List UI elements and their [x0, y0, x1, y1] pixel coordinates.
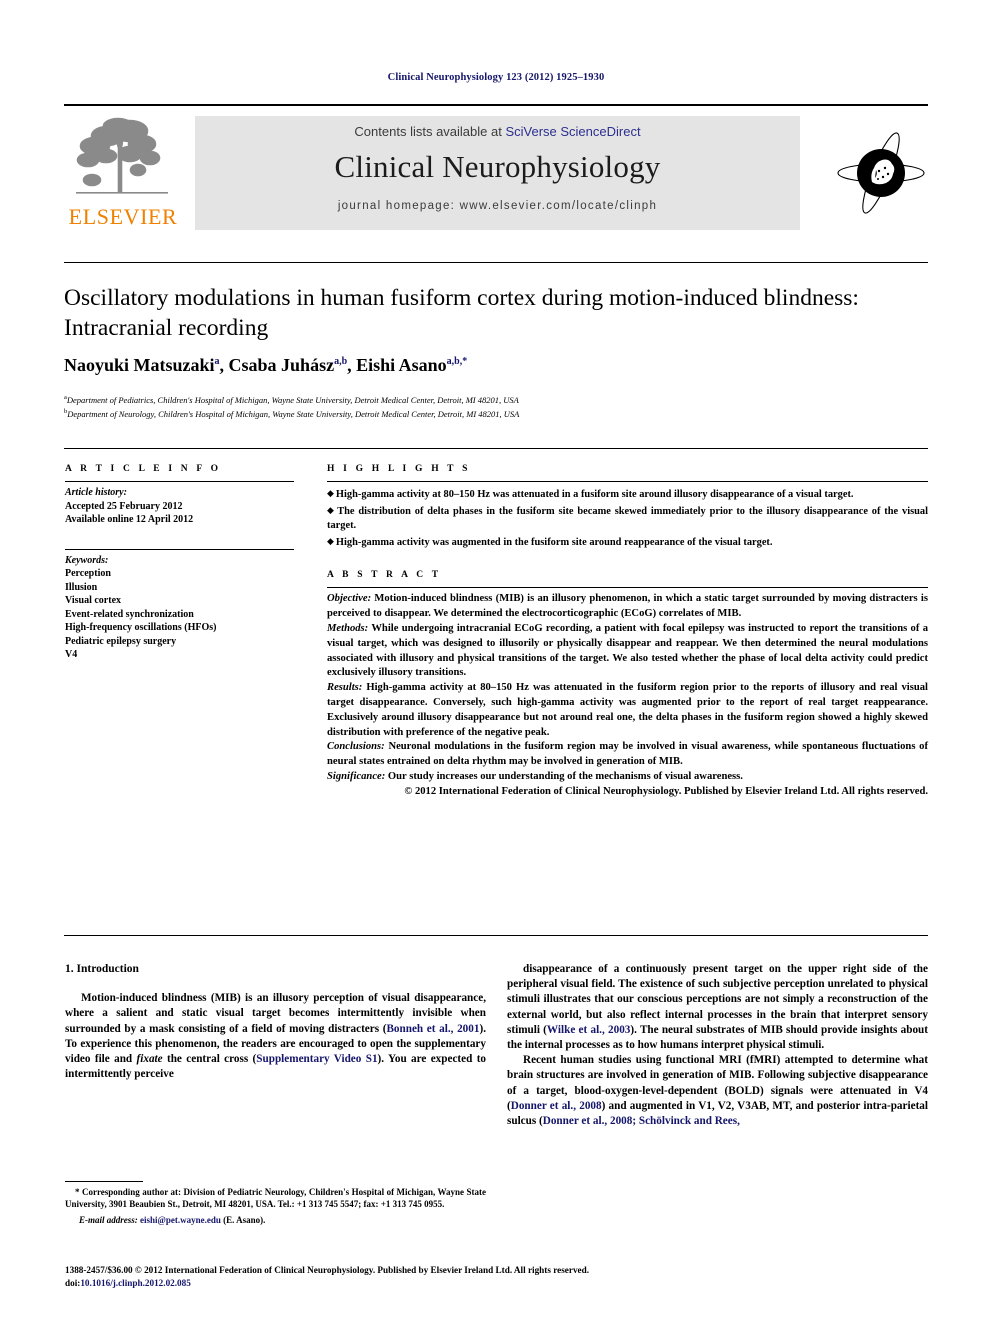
article-title: Oscillatory modulations in human fusifor… — [64, 285, 859, 341]
intro-paragraph-left: Motion-induced blindness (MIB) is an ill… — [65, 992, 487, 1081]
abstract-methods-label: Methods: — [327, 622, 369, 634]
email-label: E-mail address: — [79, 1214, 138, 1225]
doi-label: doi: — [65, 1277, 81, 1288]
keyword-item: V4 — [65, 649, 78, 660]
keyword-item: Pediatric epilepsy surgery — [65, 635, 177, 647]
email-link[interactable]: eishi@pet.wayne.edu — [140, 1215, 221, 1225]
abstract-results-label: Results: — [327, 682, 363, 694]
abstract-significance: Significance: Our study increases our un… — [327, 770, 743, 782]
highlight-item: ◆ High-gamma activity was augmented in th… — [327, 535, 773, 548]
article-info-rule — [65, 481, 294, 482]
supplementary-video-link[interactable]: Supplementary Video S1 — [256, 1053, 377, 1065]
keywords-rule — [65, 548, 294, 550]
journal-article-page: Clinical Neurophysiology 123 (2012) 1925… — [0, 0, 992, 1323]
citation-link[interactable]: Donner et al., 2008; Schölvinck and Rees… — [543, 1115, 740, 1127]
highlight-item: ◆ The distribution of delta phases in the… — [327, 504, 928, 532]
abstract-frame-top-rule — [64, 448, 928, 449]
keyword-item: Visual cortex — [65, 595, 122, 606]
abstract-block: A B S T R A C T Objective: Motion-induce… — [327, 570, 928, 799]
abstract-methods: Methods: While undergoing intracranial E… — [327, 622, 928, 679]
footer-issn-line: 1388-2457/$36.00 © 2012 International Fe… — [65, 1265, 590, 1275]
abstract-significance-label: Significance: — [327, 770, 386, 782]
abstract-objective-label: Objective: — [327, 593, 372, 605]
footer-doi-line: doi:10.1016/j.clinph.2012.02.085 — [65, 1277, 928, 1290]
article-history-label: Article history: — [65, 487, 127, 498]
intro-paragraph-right-2: Recent human studies using functional MR… — [507, 1054, 928, 1128]
citation-link[interactable]: Donner et al., 2008 — [511, 1100, 602, 1112]
footnote-rule — [65, 1181, 143, 1182]
keyword-item: Illusion — [65, 581, 98, 593]
contents-prefix: Contents lists available at — [354, 124, 506, 139]
body-column-left: 1. Introduction Motion-induced blindness… — [65, 962, 486, 1082]
abstract-rule — [327, 587, 928, 589]
article-history-block: Article history: Accepted 25 February 20… — [65, 486, 294, 527]
abstract-objective: Objective: Motion-induced blindness (MIB… — [327, 593, 928, 620]
footnote-email-line: E-mail address: eishi@pet.wayne.edu (E. … — [79, 1214, 266, 1225]
article-history-online: Available online 12 April 2012 — [65, 514, 194, 525]
contents-available-line: Contents lists available at SciVerse Sci… — [195, 124, 800, 139]
abstract-results: Results: High-gamma activity at 80–150 H… — [327, 682, 928, 738]
affiliation-a: aDepartment of Pediatrics, Children's Ho… — [64, 394, 519, 405]
journal-title: Clinical Neurophysiology — [334, 149, 661, 184]
title-top-rule — [64, 262, 928, 263]
running-head: Clinical Neurophysiology 123 (2012) 1925… — [387, 72, 605, 83]
highlights-abstract-column: H I G H L I G H T S ◆ High-gamma activity… — [327, 464, 928, 800]
abstract-conclusions-label: Conclusions: — [327, 741, 385, 753]
affiliation-b: bDepartment of Neurology, Children's Hos… — [64, 408, 520, 420]
abstract-heading: A B S T R A C T — [327, 570, 442, 581]
citation-link[interactable]: Wilke et al., 2003 — [547, 1024, 630, 1036]
bullet-icon: ◆ — [327, 504, 336, 515]
journal-homepage-link[interactable]: journal homepage: www.elsevier.com/locat… — [195, 200, 800, 212]
keywords-label: Keywords: — [65, 554, 109, 566]
ifcn-brain-globe-icon — [837, 132, 925, 214]
affiliation-list: aDepartment of Pediatrics, Children's Ho… — [64, 392, 904, 421]
abstract-body: Objective: Motion-induced blindness (MIB… — [327, 592, 928, 799]
intro-italic-fixate: fixate — [136, 1053, 163, 1066]
elsevier-tree-icon — [76, 117, 168, 194]
keyword-item: Event-related synchronization — [65, 608, 194, 620]
masthead-top-rule — [64, 104, 928, 106]
corresponding-author-footnote: * Corresponding author at: Division of P… — [65, 1186, 486, 1226]
elsevier-logo: ELSEVIER — [64, 112, 182, 230]
sciencedirect-link[interactable]: SciVerse ScienceDirect — [505, 124, 640, 139]
intro-paragraph-right-1: disappearance of a continuously present … — [507, 963, 928, 1052]
page-footer: 1388-2457/$36.00 © 2012 International Fe… — [65, 1264, 928, 1289]
highlights-heading: H I G H L I G H T S — [327, 464, 471, 474]
highlights-rule — [327, 481, 928, 482]
doi-link[interactable]: 10.1016/j.clinph.2012.02.085 — [80, 1278, 191, 1288]
article-info-column: A R T I C L E I N F O Article history: A… — [65, 464, 294, 662]
abstract-copyright: © 2012 International Federation of Clini… — [404, 785, 928, 797]
body-column-right: disappearance of a continuously present … — [507, 962, 928, 1129]
abstract-conclusions: Conclusions: Neuronal modulations in the… — [327, 741, 928, 768]
bullet-icon: ◆ — [327, 535, 334, 546]
section-heading-introduction: 1. Introduction — [65, 963, 139, 975]
bullet-icon: ◆ — [327, 488, 334, 498]
citation-link[interactable]: Bonneh et al., 2001 — [386, 1023, 479, 1035]
author-list: Naoyuki Matsuzakia, Csaba Juhásza,b, Eis… — [64, 355, 468, 375]
keywords-block: Keywords: Perception Illusion Visual cor… — [65, 548, 294, 662]
footnote-corresponding: * Corresponding author at: Division of P… — [65, 1187, 486, 1210]
highlights-list: ◆ High-gamma activity at 80–150 Hz was at… — [327, 486, 928, 550]
abstract-frame-bottom-rule — [64, 935, 928, 936]
elsevier-wordmark: ELSEVIER — [68, 204, 178, 229]
keyword-item: Perception — [65, 568, 111, 579]
highlight-item: ◆ High-gamma activity at 80–150 Hz was at… — [327, 488, 854, 500]
keyword-item: High-frequency oscillations (HFOs) — [65, 622, 217, 633]
article-history-accepted: Accepted 25 February 2012 — [65, 500, 183, 512]
article-info-heading: A R T I C L E I N F O — [65, 464, 222, 474]
masthead: ELSEVIER Contents lists available at Sci… — [64, 110, 928, 236]
